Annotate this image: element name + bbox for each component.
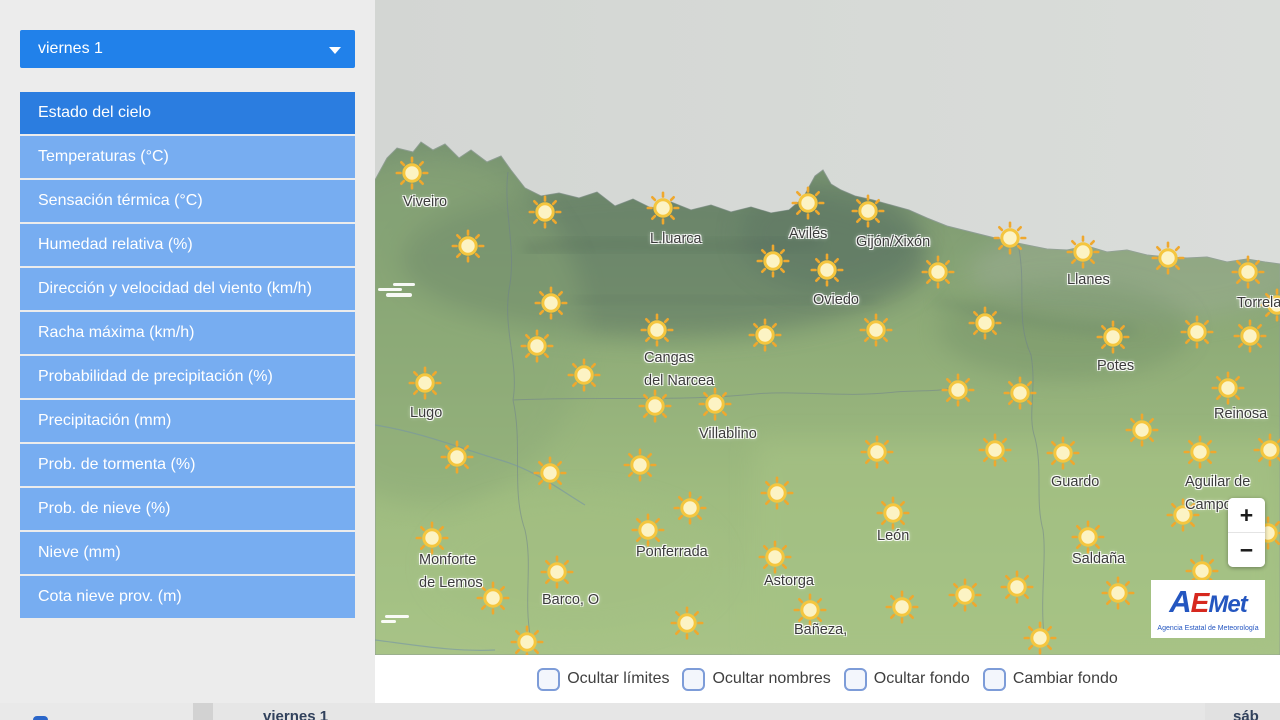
option-cambiar-fondo[interactable]: Cambiar fondo xyxy=(983,668,1118,691)
city-label: Viveiro xyxy=(403,191,447,214)
checkbox[interactable] xyxy=(682,668,705,691)
scale-marks-top xyxy=(378,281,418,299)
weather-map[interactable]: Viveiro L.luarca Avilés Gijón/Xixón Oviedo Ll… xyxy=(375,0,1280,655)
footer-divider xyxy=(193,703,213,720)
terrain-background xyxy=(375,0,1280,655)
sidebar-item-2[interactable]: Sensación térmica (°C) xyxy=(20,180,355,222)
checkbox[interactable] xyxy=(844,668,867,691)
aemet-logo-caption: Agencia Estatal de Meteorología xyxy=(1157,625,1258,632)
footer-day-tab-next[interactable]: sáb xyxy=(1233,708,1259,720)
option-ocultar-fondo[interactable]: Ocultar fondo xyxy=(844,668,970,691)
footer-left-segment xyxy=(0,703,193,720)
zoom-out-button[interactable]: − xyxy=(1228,532,1265,567)
option-ocultar-nombres[interactable]: Ocultar nombres xyxy=(682,668,830,691)
checkbox[interactable] xyxy=(537,668,560,691)
weather-app: viernes 1 Estado del cieloTemperaturas (… xyxy=(0,0,1280,720)
city-label: Potes xyxy=(1097,355,1134,378)
city-label: Gijón/Xixón xyxy=(856,231,930,254)
zoom-in-button[interactable]: + xyxy=(1228,498,1265,532)
city-label: Monfortede Lemos xyxy=(419,549,483,595)
city-label: Cangasdel Narcea xyxy=(644,347,714,393)
city-label: Astorga xyxy=(764,570,814,593)
city-label: Oviedo xyxy=(813,289,859,312)
footer-bar: viernes 1 sáb xyxy=(0,703,1280,720)
sidebar-item-1[interactable]: Temperaturas (°C) xyxy=(20,136,355,178)
checkbox-label: Ocultar límites xyxy=(567,670,669,688)
day-selector-dropdown[interactable]: viernes 1 xyxy=(20,30,355,68)
option-ocultar-límites[interactable]: Ocultar límites xyxy=(537,668,669,691)
checkbox-label: Ocultar nombres xyxy=(712,670,830,688)
city-label: Torrela xyxy=(1237,292,1280,315)
aemet-logo-text: AEMet xyxy=(1169,587,1246,623)
sidebar-item-6[interactable]: Probabilidad de precipitación (%) xyxy=(20,356,355,398)
city-label: Llanes xyxy=(1067,269,1110,292)
city-label: L.luarca xyxy=(650,228,702,251)
sidebar-item-4[interactable]: Dirección y velocidad del viento (km/h) xyxy=(20,268,355,310)
sidebar-item-7[interactable]: Precipitación (mm) xyxy=(20,400,355,442)
sidebar-item-11[interactable]: Cota nieve prov. (m) xyxy=(20,576,355,618)
city-label: Villablino xyxy=(699,423,757,446)
sidebar-item-5[interactable]: Racha máxima (km/h) xyxy=(20,312,355,354)
checkbox[interactable] xyxy=(983,668,1006,691)
checkbox-label: Cambiar fondo xyxy=(1013,670,1118,688)
chevron-down-icon xyxy=(329,47,341,54)
sidebar-item-0[interactable]: Estado del cielo xyxy=(20,92,355,134)
sidebar-item-9[interactable]: Prob. de nieve (%) xyxy=(20,488,355,530)
footer-day-tab-current[interactable]: viernes 1 xyxy=(263,708,328,720)
city-label: Reinosa xyxy=(1214,403,1267,426)
zoom-controls: + − xyxy=(1228,498,1265,567)
sidebar-item-3[interactable]: Humedad relativa (%) xyxy=(20,224,355,266)
footer-logo-stub xyxy=(33,716,48,720)
scale-marks-bottom xyxy=(381,613,415,625)
city-label: Lugo xyxy=(410,402,442,425)
city-label: Avilés xyxy=(789,223,827,246)
city-label: Ponferrada xyxy=(636,541,708,564)
aemet-logo: AEMet Agencia Estatal de Meteorología xyxy=(1151,580,1265,638)
city-label: Barco, O xyxy=(542,589,599,612)
sidebar-menu: Estado del cieloTemperaturas (°C)Sensaci… xyxy=(20,92,355,620)
sidebar-item-8[interactable]: Prob. de tormenta (%) xyxy=(20,444,355,486)
sidebar-item-10[interactable]: Nieve (mm) xyxy=(20,532,355,574)
city-label: Guardo xyxy=(1051,471,1099,494)
checkbox-label: Ocultar fondo xyxy=(874,670,970,688)
city-label: León xyxy=(877,525,909,548)
map-options-bar: Ocultar límites Ocultar nombres Ocultar fo… xyxy=(375,655,1280,703)
day-selector-value: viernes 1 xyxy=(20,40,103,58)
city-label: Saldaña xyxy=(1072,548,1125,571)
sidebar: viernes 1 Estado del cieloTemperaturas (… xyxy=(0,0,375,703)
city-label: Bañeza, xyxy=(794,619,847,642)
